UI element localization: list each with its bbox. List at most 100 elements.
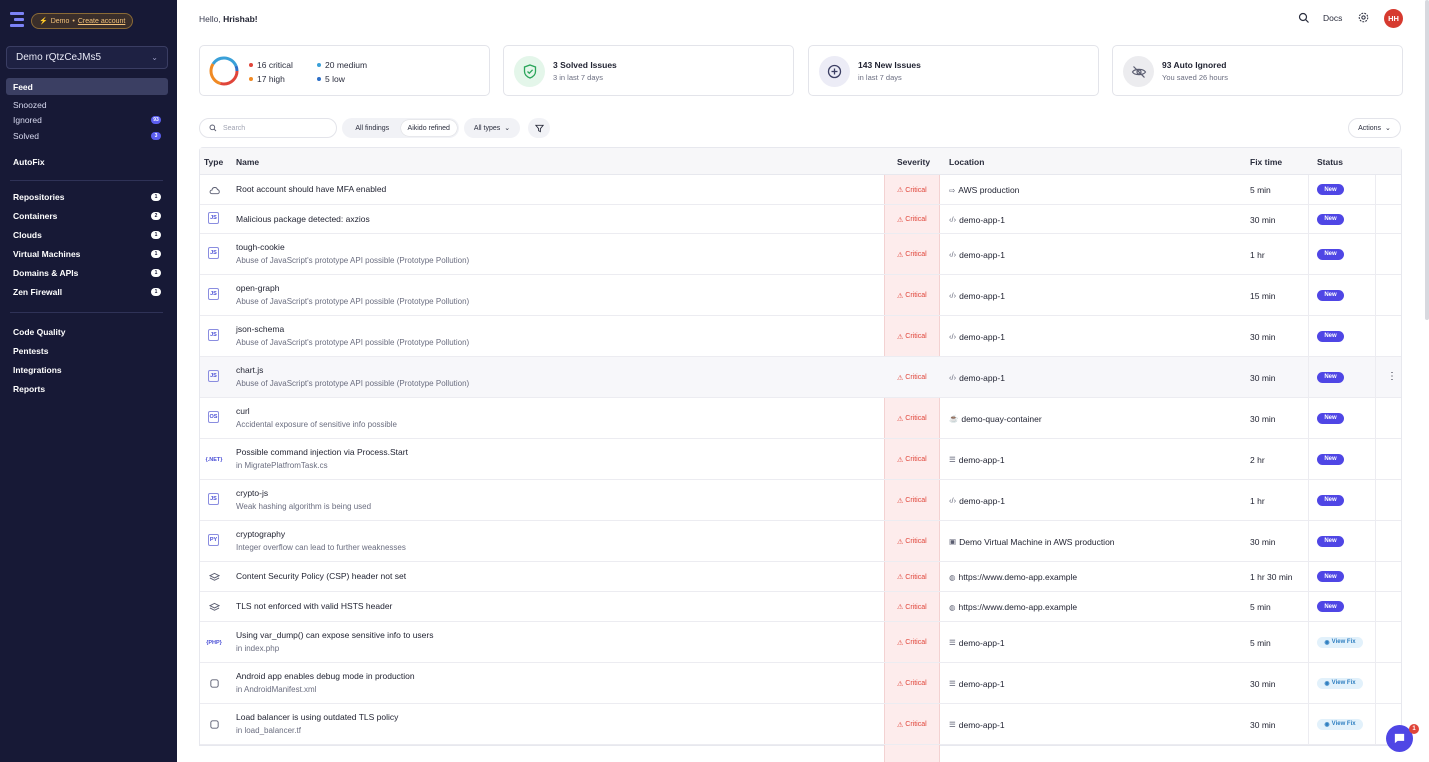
more-options-icon[interactable]: ⋮ bbox=[1387, 371, 1397, 382]
table-row[interactable]: Load balancer is using outdated TLS poli… bbox=[200, 704, 1401, 745]
status-badge[interactable]: ◉ View Fix bbox=[1317, 718, 1363, 730]
status-badge[interactable]: New bbox=[1317, 184, 1344, 195]
types-dropdown[interactable]: All types ⌄ bbox=[464, 118, 520, 138]
status-badge[interactable]: New bbox=[1317, 371, 1344, 383]
table-row[interactable]: JS Malicious package detected: axzios ⚠ Cri… bbox=[200, 205, 1401, 234]
auto-ignored-card[interactable]: 93 Auto Ignored You saved 26 hours bbox=[1112, 45, 1403, 96]
issue-name[interactable]: crypto-js bbox=[236, 488, 268, 498]
all-findings-tab[interactable]: All findings bbox=[344, 120, 401, 136]
sidebar-item-virtual-machines[interactable]: Virtual Machines 1 bbox=[6, 246, 168, 262]
table-row[interactable]: TLS not enforced with valid HSTS header ⚠… bbox=[200, 592, 1401, 622]
actions-dropdown[interactable]: Actions ⌄ bbox=[1348, 118, 1401, 138]
issue-name[interactable]: open-graph bbox=[236, 283, 279, 293]
issue-name[interactable]: Root account should have MFA enabled bbox=[236, 184, 386, 194]
aikido-refined-tab[interactable]: Aikido refined bbox=[400, 120, 457, 136]
status-badge[interactable]: New bbox=[1317, 601, 1344, 612]
location[interactable]: ◍ https://www.demo-app.example bbox=[949, 572, 1077, 582]
sidebar-item-autofix[interactable]: AutoFix bbox=[6, 154, 168, 170]
location[interactable]: ◍ https://www.demo-app.example bbox=[949, 602, 1077, 612]
solved-issues-card[interactable]: 3 Solved Issues 3 in last 7 days bbox=[503, 45, 794, 96]
issue-name[interactable]: Android app enables debug mode in produc… bbox=[236, 671, 415, 681]
search-icon[interactable] bbox=[1298, 12, 1310, 24]
status-badge[interactable]: New bbox=[1317, 571, 1344, 582]
status-badge[interactable]: New bbox=[1317, 494, 1344, 506]
sidebar-item-containers[interactable]: Containers 2 bbox=[6, 208, 168, 224]
sidebar-item-code-quality[interactable]: Code Quality bbox=[6, 324, 168, 340]
sidebar-item-domains-apis[interactable]: Domains & APIs 1 bbox=[6, 265, 168, 281]
sidebar-item-ignored[interactable]: Ignored 93 bbox=[6, 112, 168, 128]
sidebar-item-zen-firewall[interactable]: Zen Firewall 1 bbox=[6, 284, 168, 300]
table-row[interactable]: Root account should have MFA enabled ⚠ Cri… bbox=[200, 175, 1401, 205]
location[interactable]: ‹/› demo-app-1 bbox=[949, 291, 1005, 301]
org-select[interactable]: Demo rQtzCeJMs5 ⌄ bbox=[6, 46, 168, 69]
table-row[interactable]: JS crypto-js Weak hashing algorithm is bei… bbox=[200, 480, 1401, 521]
sidebar-item-snoozed[interactable]: Snoozed bbox=[6, 97, 168, 113]
table-row[interactable]: {.NET} Possible command injection via Pro… bbox=[200, 439, 1401, 480]
location[interactable]: ☕ demo-quay-container bbox=[949, 414, 1042, 424]
status-badge[interactable]: New bbox=[1317, 535, 1344, 547]
location[interactable]: ☰ demo-app-1 bbox=[949, 638, 1005, 648]
header-fix-time[interactable]: Fix time bbox=[1250, 157, 1282, 167]
table-row[interactable]: Android app enables debug mode in produc… bbox=[200, 663, 1401, 704]
issue-name[interactable]: Malicious package detected: axzios bbox=[236, 214, 370, 224]
create-account-link[interactable]: Create account bbox=[78, 18, 125, 25]
sidebar-item-feed[interactable]: Feed bbox=[6, 78, 168, 95]
gear-icon[interactable] bbox=[1357, 11, 1370, 24]
table-row[interactable]: JS open-graph Abuse of JavaScript's protot… bbox=[200, 275, 1401, 316]
location[interactable]: ‹/› demo-app-1 bbox=[949, 373, 1005, 383]
issue-name[interactable]: Load balancer is using outdated TLS poli… bbox=[236, 712, 398, 722]
sidebar-item-reports[interactable]: Reports bbox=[6, 381, 168, 397]
severity-summary-card[interactable]: 16 critical 17 high 20 medium 5 low bbox=[199, 45, 490, 96]
location[interactable]: ⇨ AWS production bbox=[949, 185, 1019, 195]
status-badge[interactable]: New bbox=[1317, 412, 1344, 424]
location[interactable]: ‹/› demo-app-1 bbox=[949, 332, 1005, 342]
issue-name[interactable]: tough-cookie bbox=[236, 242, 285, 252]
status-badge[interactable]: New bbox=[1317, 453, 1344, 465]
issue-name[interactable]: json-schema bbox=[236, 324, 284, 334]
location[interactable]: ☰ demo-app-1 bbox=[949, 720, 1005, 730]
table-row[interactable]: OS curl Accidental exposure of sensitive i… bbox=[200, 398, 1401, 439]
sidebar-item-repositories[interactable]: Repositories 1 bbox=[6, 189, 168, 205]
table-row[interactable]: JS json-schema Abuse of JavaScript's proto… bbox=[200, 316, 1401, 357]
docs-link[interactable]: Docs bbox=[1323, 13, 1342, 23]
location[interactable]: ‹/› demo-app-1 bbox=[949, 215, 1005, 225]
table-row[interactable]: Content Security Policy (CSP) header not… bbox=[200, 562, 1401, 592]
sidebar-item-clouds[interactable]: Clouds 1 bbox=[6, 227, 168, 243]
issue-name[interactable]: chart.js bbox=[236, 365, 263, 375]
issue-name[interactable]: TLS not enforced with valid HSTS header bbox=[236, 601, 392, 611]
issue-name[interactable]: curl bbox=[236, 406, 250, 416]
location[interactable]: ▣ Demo Virtual Machine in AWS production bbox=[949, 537, 1115, 547]
filter-button[interactable] bbox=[528, 118, 550, 138]
header-name[interactable]: Name bbox=[236, 157, 259, 167]
table-row[interactable]: {PHP} Using var_dump() can expose sensiti… bbox=[200, 622, 1401, 663]
scrollbar[interactable] bbox=[1425, 0, 1429, 320]
new-issues-card[interactable]: 143 New Issues in last 7 days bbox=[808, 45, 1099, 96]
header-status[interactable]: Status bbox=[1317, 157, 1343, 167]
status-badge[interactable]: ◉ View Fix bbox=[1317, 677, 1363, 689]
aikido-logo-icon[interactable] bbox=[10, 12, 24, 28]
issue-name[interactable]: Content Security Policy (CSP) header not… bbox=[236, 571, 406, 581]
status-badge[interactable]: New bbox=[1317, 248, 1344, 260]
status-badge[interactable]: ◉ View Fix bbox=[1317, 636, 1363, 648]
issue-name[interactable]: Possible command injection via Process.S… bbox=[236, 447, 408, 457]
status-badge[interactable]: New bbox=[1317, 289, 1344, 301]
location[interactable]: ‹/› demo-app-1 bbox=[949, 496, 1005, 506]
table-row[interactable]: JS chart.js Abuse of JavaScript's prototyp… bbox=[200, 357, 1401, 398]
table-row[interactable]: PY cryptography Integer overflow can lead … bbox=[200, 521, 1401, 562]
sidebar-item-integrations[interactable]: Integrations bbox=[6, 362, 168, 378]
location[interactable]: ☰ demo-app-1 bbox=[949, 455, 1005, 465]
issue-name[interactable]: Using var_dump() can expose sensitive in… bbox=[236, 630, 433, 640]
sidebar-item-solved[interactable]: Solved 3 bbox=[6, 128, 168, 144]
location[interactable]: ‹/› demo-app-1 bbox=[949, 250, 1005, 260]
search-input[interactable]: Search bbox=[199, 118, 337, 138]
sidebar-item-pentests[interactable]: Pentests bbox=[6, 343, 168, 359]
table-row[interactable]: JS tough-cookie Abuse of JavaScript's prot… bbox=[200, 234, 1401, 275]
status-badge[interactable]: New bbox=[1317, 330, 1344, 342]
location[interactable]: ☰ demo-app-1 bbox=[949, 679, 1005, 689]
header-type[interactable]: Type bbox=[204, 157, 223, 167]
header-location[interactable]: Location bbox=[949, 157, 984, 167]
header-severity[interactable]: Severity bbox=[897, 157, 930, 167]
status-badge[interactable]: New bbox=[1317, 213, 1344, 225]
issue-name[interactable]: cryptography bbox=[236, 529, 285, 539]
avatar[interactable]: HH bbox=[1384, 9, 1403, 28]
